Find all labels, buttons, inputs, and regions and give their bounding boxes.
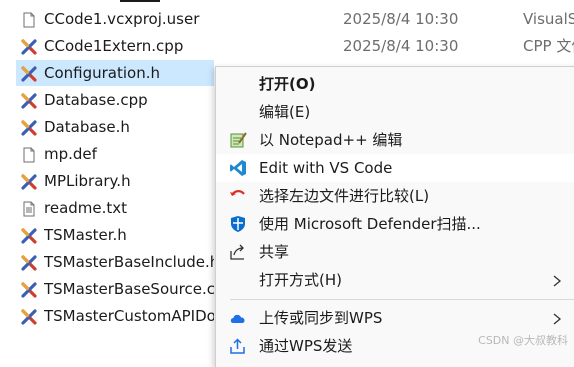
menu-separator: [230, 299, 574, 300]
menu-item-3-notepadpp[interactable]: 以 Notepad++ 编辑: [216, 126, 574, 154]
menu-item-2-plain[interactable]: 编辑(E): [216, 98, 574, 126]
menu-item-label: 上传或同步到WPS: [259, 304, 382, 332]
cpp-file-icon: [21, 39, 37, 55]
menu-item-4-vscode[interactable]: Edit with VS Code: [216, 154, 574, 182]
share-icon: [229, 243, 247, 261]
file-name-cell[interactable]: TSMasterCustomAPIDo: [16, 303, 214, 329]
watermark: CSDN @大叔教科: [478, 332, 568, 348]
file-name-cell[interactable]: CCode1Extern.cpp: [16, 33, 214, 59]
file-name-cell[interactable]: Configuration.h: [16, 60, 214, 86]
file-name-cell[interactable]: CCode1.vcxproj.user: [16, 6, 214, 32]
file-name: Database.cpp: [44, 87, 214, 113]
file-name: TSMasterBaseSource.cpp: [44, 276, 214, 302]
compare-icon: [229, 187, 247, 205]
cpp-file-icon: [21, 228, 37, 244]
chevron-right-icon: [550, 273, 564, 287]
wps-cloud-icon: [229, 309, 247, 327]
menu-item-label: Edit with VS Code: [259, 154, 392, 182]
file-type: CPP 文件: [523, 33, 574, 59]
cpp-file-icon: [21, 309, 37, 325]
chevron-right-icon: [550, 311, 564, 325]
menu-item-5-compare[interactable]: 选择左边文件进行比较(L): [216, 182, 574, 210]
file-name-cell[interactable]: readme.txt: [16, 195, 214, 221]
menu-item-label: 选择左边文件进行比较(L): [259, 182, 429, 210]
context-menu: 打开(O)编辑(E)以 Notepad++ 编辑Edit with VS Cod…: [215, 66, 574, 367]
file-icon: [21, 12, 37, 28]
file-date: 2025/8/4 10:30: [343, 33, 458, 59]
menu-item-label: 以 Notepad++ 编辑: [259, 126, 402, 154]
menu-item-6-defender-shield[interactable]: 使用 Microsoft Defender扫描...: [216, 210, 574, 238]
file-name: MPLibrary.h: [44, 168, 214, 194]
menu-item-label: 编辑(E): [259, 98, 310, 126]
wps-send-icon: [229, 337, 247, 355]
cpp-file-icon: [21, 282, 37, 298]
text-file-icon: [21, 201, 37, 217]
file-date: 2025/8/4 10:30: [343, 6, 458, 32]
defender-shield-icon: [229, 215, 247, 233]
menu-item-1-plain[interactable]: 打开(O): [216, 70, 574, 98]
file-name-cell[interactable]: TSMaster.h: [16, 222, 214, 248]
file-row[interactable]: CCode1.vcxproj.user 2025/8/4 10:30 VisualS: [0, 6, 574, 32]
file-icon: [21, 147, 37, 163]
menu-item-7-share[interactable]: 共享: [216, 238, 574, 266]
file-name: Configuration.h: [44, 60, 214, 86]
file-name: CCode1.vcxproj.user: [44, 6, 214, 32]
clipped-text: [120, 0, 160, 2]
menu-item-label: 使用 Microsoft Defender扫描...: [259, 210, 481, 238]
file-name-cell[interactable]: TSMasterBaseInclude.h: [16, 249, 214, 275]
cpp-file-icon: [21, 66, 37, 82]
menu-item-label: 打开(O): [259, 70, 315, 98]
file-name: TSMaster.h: [44, 222, 214, 248]
file-name: TSMasterBaseInclude.h: [44, 249, 214, 275]
clipped-row-top: [0, 0, 574, 4]
menu-item-8-plain[interactable]: 打开方式(H): [216, 266, 574, 294]
file-name: Database.h: [44, 114, 214, 140]
file-name-cell[interactable]: TSMasterBaseSource.cpp: [16, 276, 214, 302]
menu-item-label: 共享: [259, 238, 289, 266]
file-row[interactable]: CCode1Extern.cpp 2025/8/4 10:30 CPP 文件: [0, 33, 574, 59]
file-name: CCode1Extern.cpp: [44, 33, 214, 59]
file-name: TSMasterCustomAPIDo: [44, 303, 214, 329]
file-name-cell[interactable]: MPLibrary.h: [16, 168, 214, 194]
cpp-file-icon: [21, 255, 37, 271]
cpp-file-icon: [21, 120, 37, 136]
file-name-cell[interactable]: Database.h: [16, 114, 214, 140]
vscode-icon: [229, 159, 247, 177]
cpp-file-icon: [21, 174, 37, 190]
menu-item-label: 打开方式(H): [259, 266, 342, 294]
cpp-file-icon: [21, 93, 37, 109]
file-name: mp.def: [44, 141, 214, 167]
menu-item-9-wps-cloud[interactable]: 上传或同步到WPS: [216, 304, 574, 332]
notepadpp-icon: [229, 131, 247, 149]
menu-item-label: 通过WPS发送: [259, 332, 352, 360]
file-name: readme.txt: [44, 195, 214, 221]
file-name-cell[interactable]: Database.cpp: [16, 87, 214, 113]
file-type: VisualS: [523, 6, 574, 32]
file-name-cell[interactable]: mp.def: [16, 141, 214, 167]
